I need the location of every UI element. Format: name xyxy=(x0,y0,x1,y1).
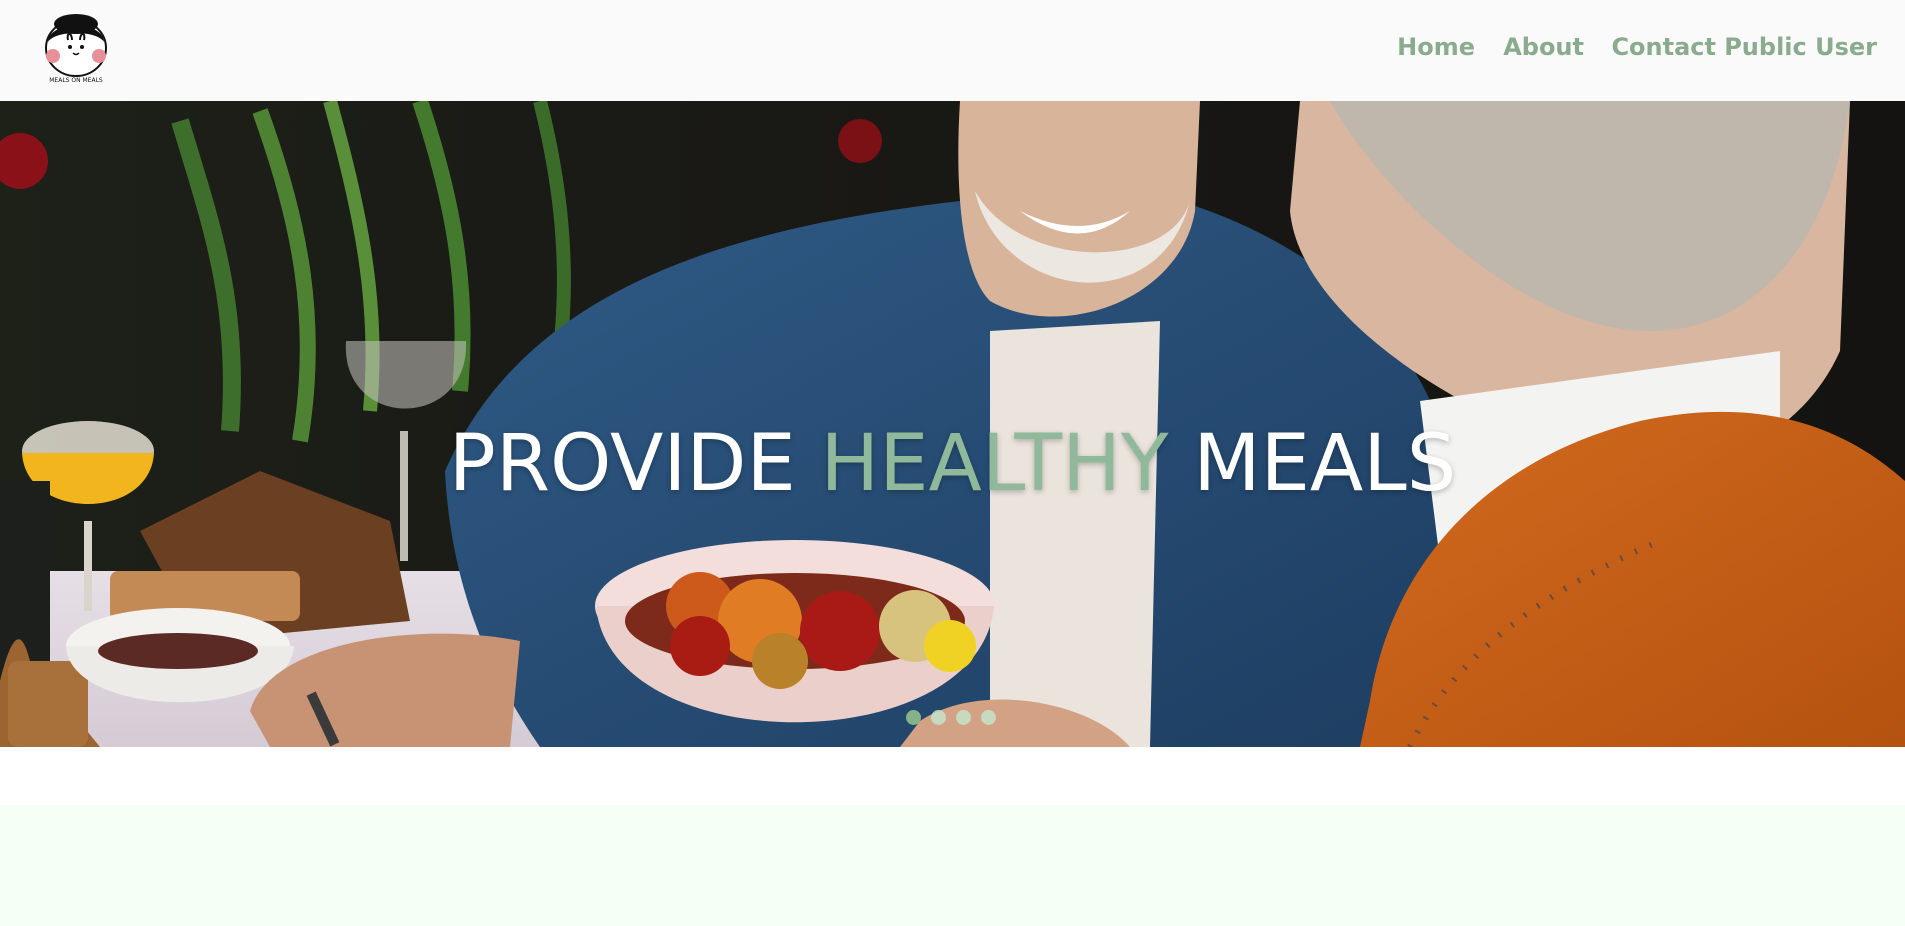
next-section xyxy=(0,805,1905,926)
nav-contact-link[interactable]: Contact xyxy=(1611,33,1716,61)
nav-about-link[interactable]: About xyxy=(1503,33,1584,61)
hero-title: PROVIDE HEALTHY MEALS xyxy=(0,425,1905,503)
carousel-dot-1[interactable] xyxy=(906,710,921,725)
carousel-dot-4[interactable] xyxy=(981,710,996,725)
logo-caption: MEALS ON MEALS xyxy=(49,77,103,84)
site-logo[interactable]: MEALS ON MEALS xyxy=(39,10,113,88)
nav-home-link[interactable]: Home xyxy=(1397,33,1475,61)
navbar: MEALS ON MEALS Home About Contact Public… xyxy=(0,0,1905,101)
nav-public-user-link[interactable]: Public User xyxy=(1724,33,1877,61)
carousel-dot-2[interactable] xyxy=(931,710,946,725)
carousel-indicators xyxy=(906,710,996,725)
section-spacer xyxy=(0,747,1905,805)
hero-carousel: PROVIDE HEALTHY MEALS xyxy=(0,101,1905,747)
hero-title-accent: HEALTHY xyxy=(820,419,1169,510)
mascot-logo-icon: MEALS ON MEALS xyxy=(45,14,107,84)
hero-title-part2: MEALS xyxy=(1193,419,1457,510)
hero-title-part1: PROVIDE xyxy=(448,419,796,510)
carousel-dot-3[interactable] xyxy=(956,710,971,725)
